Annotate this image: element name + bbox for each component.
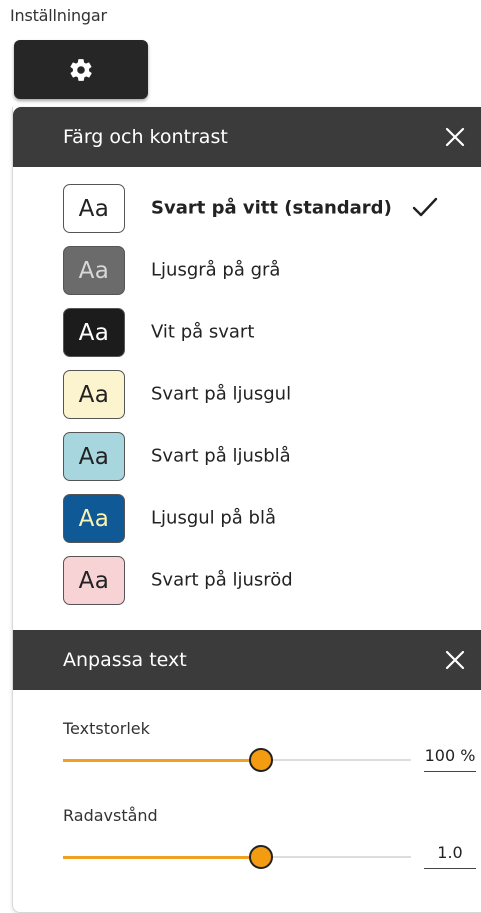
color-option-label: Svart på ljusgul: [151, 383, 292, 405]
adjust-text-header: Anpassa text: [13, 630, 481, 690]
color-option-label: Svart på ljusröd: [151, 569, 293, 591]
line-spacing-slider[interactable]: [63, 845, 411, 869]
line-spacing-slider-fill: [63, 855, 262, 859]
color-option-label: Ljusgrå på grå: [151, 259, 281, 281]
gear-icon: [70, 58, 92, 81]
color-option-label: Svart på ljusblå: [151, 445, 291, 467]
line-spacing-value[interactable]: 1.0: [424, 843, 476, 869]
color-option-label: Vit på svart: [151, 321, 255, 343]
text-size-slider[interactable]: [63, 748, 411, 772]
color-swatch: Aa: [63, 370, 125, 419]
color-option-label: Ljusgul på blå: [151, 507, 277, 529]
line-spacing-label: Radavstånd: [63, 806, 158, 825]
settings-panel: Färg och kontrast Aa Svart på vitt (stan…: [12, 107, 481, 913]
color-swatch: Aa: [63, 556, 125, 605]
color-swatch: Aa: [63, 432, 125, 481]
color-swatch: Aa: [63, 246, 125, 295]
color-option-black-on-white[interactable]: Aa Svart på vitt (standard): [13, 177, 481, 239]
color-contrast-title: Färg och kontrast: [63, 126, 228, 148]
color-option-black-on-lightred[interactable]: Aa Svart på ljusröd: [13, 549, 481, 611]
settings-button[interactable]: [14, 40, 148, 99]
color-swatch: Aa: [63, 308, 125, 357]
color-option-lightyellow-on-blue[interactable]: Aa Ljusgul på blå: [13, 487, 481, 549]
settings-label: Inställningar: [10, 6, 107, 25]
color-option-black-on-lightblue[interactable]: Aa Svart på ljusblå: [13, 425, 481, 487]
color-option-white-on-black[interactable]: Aa Vit på svart: [13, 301, 481, 363]
color-swatch: Aa: [63, 184, 125, 233]
color-contrast-header: Färg och kontrast: [13, 107, 481, 167]
text-size-value[interactable]: 100 %: [424, 746, 476, 772]
checkmark-icon: [412, 197, 438, 217]
color-option-black-on-lightyellow[interactable]: Aa Svart på ljusgul: [13, 363, 481, 425]
color-swatch: Aa: [63, 494, 125, 543]
line-spacing-slider-thumb[interactable]: [249, 845, 274, 869]
color-option-lightgray-on-gray[interactable]: Aa Ljusgrå på grå: [13, 239, 481, 301]
color-option-label: Svart på vitt (standard): [151, 197, 392, 219]
text-size-slider-fill: [63, 758, 262, 762]
text-size-slider-thumb[interactable]: [249, 748, 274, 772]
close-icon[interactable]: [444, 649, 466, 671]
text-size-label: Textstorlek: [63, 719, 150, 738]
close-icon[interactable]: [444, 126, 466, 148]
adjust-text-title: Anpassa text: [63, 649, 187, 671]
